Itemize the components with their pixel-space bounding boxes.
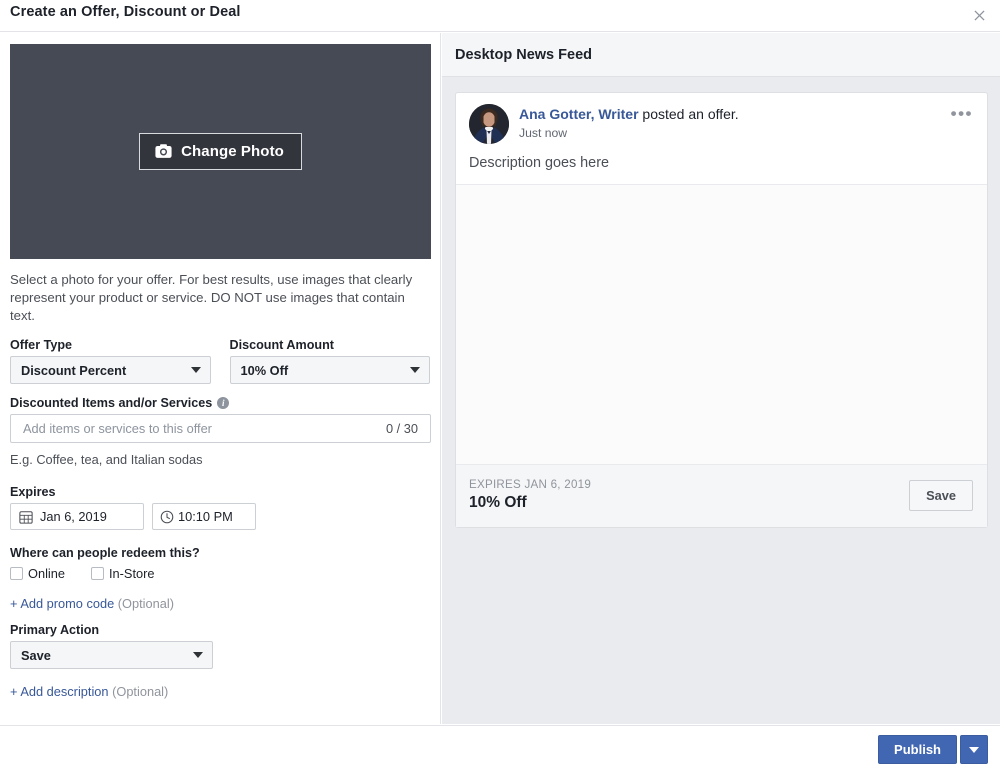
post-header: Ana Gotter, Writer posted an offer. Just… [456,93,987,155]
redeem-label: Where can people redeem this? [10,546,430,560]
post-meta: Ana Gotter, Writer posted an offer. Just… [519,104,739,140]
discount-amount-value: 10% Off [241,363,289,378]
create-offer-dialog: Create an Offer, Discount or Deal Change… [0,0,1000,771]
redeem-group: Where can people redeem this? Online In-… [10,546,430,581]
redeem-options: Online In-Store [10,566,430,581]
camera-icon [155,143,172,160]
offer-expires-text: EXPIRES JAN 6, 2019 [469,478,591,491]
discounted-items-label: Discounted Items and/or Services i [10,396,430,410]
add-description-link[interactable]: + Add description [10,684,109,699]
publish-button-group: Publish [878,735,988,764]
add-description-line: + Add description (Optional) [10,684,430,699]
add-promo-code-optional: (Optional) [114,596,174,611]
expires-time-field[interactable]: 10:10 PM [152,503,256,530]
primary-action-group: Primary Action Save [10,623,430,669]
discounted-items-group: Discounted Items and/or Services i Add i… [10,396,430,467]
change-photo-label: Change Photo [181,143,284,160]
expires-row: Jan 6, 2019 10:10 PM [10,503,430,530]
offer-form-panel: Change Photo Select a photo for your off… [0,33,441,724]
discounted-items-hint: E.g. Coffee, tea, and Italian sodas [10,452,430,467]
checkbox-online[interactable] [10,567,23,580]
add-promo-code-link[interactable]: + Add promo code [10,596,114,611]
photo-help-text: Select a photo for your offer. For best … [10,271,422,325]
expires-time-value: 10:10 PM [178,509,233,524]
post-image-area [456,184,987,465]
post-byline: Ana Gotter, Writer posted an offer. [519,105,739,123]
discount-amount-group: Discount Amount 10% Off [230,338,431,384]
offer-photo-placeholder: Change Photo [10,44,431,259]
discounted-items-label-text: Discounted Items and/or Services [10,396,212,410]
redeem-option-online[interactable]: Online [10,566,65,581]
publish-button[interactable]: Publish [878,735,957,764]
primary-action-select[interactable]: Save [10,641,213,669]
avatar [469,104,509,144]
redeem-option-in-store-label: In-Store [109,566,155,581]
add-promo-code-line: + Add promo code (Optional) [10,596,430,611]
clock-icon [160,510,174,524]
offer-type-group: Offer Type Discount Percent [10,338,211,384]
dialog-title: Create an Offer, Discount or Deal [10,4,241,20]
discounted-items-placeholder: Add items or services to this offer [23,421,386,436]
chevron-down-icon [191,367,201,373]
character-counter: 0 / 30 [386,421,418,436]
offer-type-select[interactable]: Discount Percent [10,356,211,384]
primary-action-value: Save [21,648,51,663]
chevron-down-icon [410,367,420,373]
preview-header: Desktop News Feed [442,33,1000,77]
post-menu-icon[interactable]: ••• [951,105,973,122]
dialog-titlebar: Create an Offer, Discount or Deal [0,0,1000,32]
discount-amount-label: Discount Amount [230,338,431,352]
expires-group: Expires Jan 6, 2019 [10,485,430,530]
add-description-optional: (Optional) [109,684,169,699]
chevron-down-icon [193,652,203,658]
post-author-link[interactable]: Ana Gotter, Writer [519,106,639,122]
post-description: Description goes here [456,155,987,184]
offer-type-value: Discount Percent [21,363,126,378]
calendar-icon [19,510,33,524]
preview-header-title: Desktop News Feed [455,47,592,63]
post-byline-suffix: posted an offer. [639,106,739,122]
expires-date-field[interactable]: Jan 6, 2019 [10,503,144,530]
primary-action-label: Primary Action [10,623,430,637]
close-icon[interactable] [970,6,988,24]
offer-info: EXPIRES JAN 6, 2019 10% Off [469,478,591,512]
preview-panel: Desktop News Feed [442,33,1000,724]
redeem-option-in-store[interactable]: In-Store [91,566,155,581]
change-photo-button[interactable]: Change Photo [139,133,302,170]
offer-type-amount-row: Offer Type Discount Percent Discount Amo… [10,338,430,384]
redeem-option-online-label: Online [28,566,65,581]
info-icon[interactable]: i [217,397,229,409]
offer-type-label: Offer Type [10,338,211,352]
post-timestamp: Just now [519,126,739,140]
publish-options-button[interactable] [960,735,988,764]
offer-title-text: 10% Off [469,494,591,512]
discount-amount-select[interactable]: 10% Off [230,356,431,384]
offer-save-button[interactable]: Save [909,480,973,511]
dialog-footer: Publish [0,725,1000,771]
checkbox-in-store[interactable] [91,567,104,580]
expires-label: Expires [10,485,430,499]
post-offer-footer: EXPIRES JAN 6, 2019 10% Off Save [456,465,987,527]
post-preview-card: Ana Gotter, Writer posted an offer. Just… [455,92,988,528]
expires-date-value: Jan 6, 2019 [40,509,107,524]
chevron-down-icon [969,747,979,753]
discounted-items-input[interactable]: Add items or services to this offer 0 / … [10,414,431,443]
